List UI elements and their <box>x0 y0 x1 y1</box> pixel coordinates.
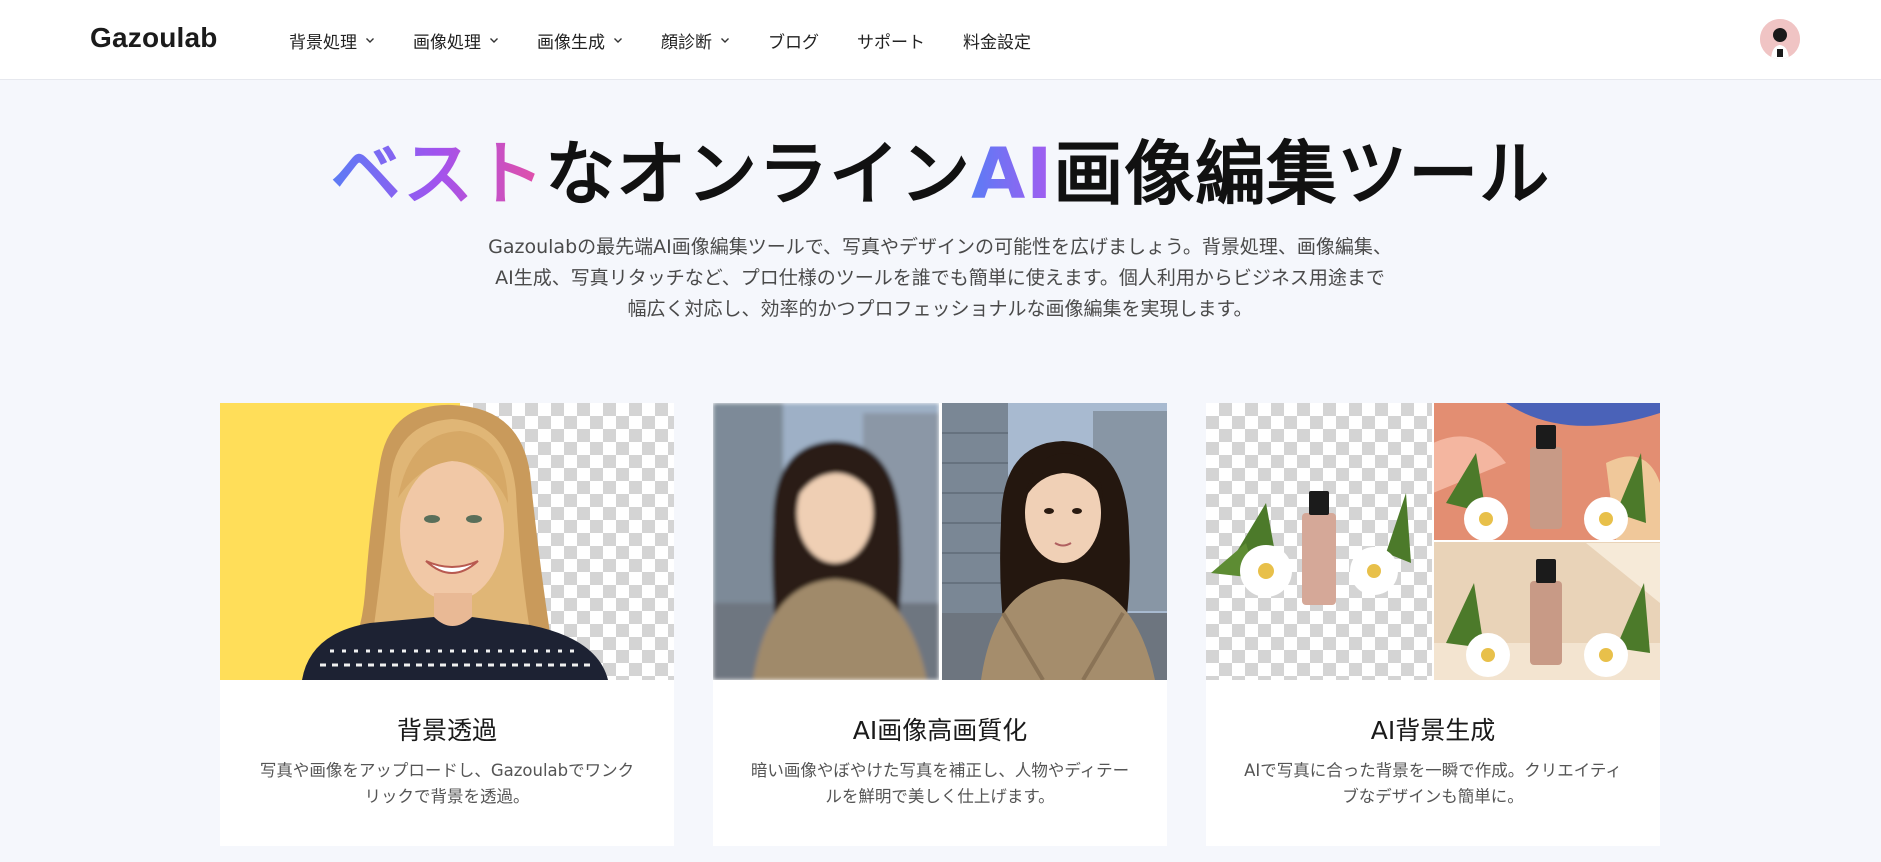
nav-item-image-processing[interactable]: 画像処理 <box>413 28 499 53</box>
hero-title-gradient-1: ベスト <box>330 133 546 215</box>
user-avatar-icon <box>1760 19 1800 59</box>
nav-label: 料金設定 <box>963 32 1031 53</box>
chevron-down-icon <box>365 35 375 45</box>
feature-card-background-removal[interactable]: 背景透過 写真や画像をアップロードし、Gazoulabでワンクリックで背景を透過… <box>220 403 674 846</box>
site-header: Gazoulab 背景処理 画像処理 画像生成 顔診断 ブログ サポート 料金設… <box>0 0 1881 80</box>
nav-item-background[interactable]: 背景処理 <box>289 28 375 53</box>
hero-desc-line: AI生成、写真リタッチなど、プロ仕様のツールを誰でも簡単に使えます。個人利用から… <box>495 267 1385 289</box>
card-description: AIで写真に合った背景を一瞬で作成。クリエイティブなデザインも簡単に。 <box>1244 761 1622 806</box>
nav-item-pricing[interactable]: 料金設定 <box>963 28 1031 53</box>
chevron-down-icon <box>613 35 623 45</box>
hero-description: Gazoulabの最先端AI画像編集ツールで、写真やデザインの可能性を広げましょ… <box>440 232 1440 325</box>
nav-label: 背景処理 <box>289 32 357 53</box>
card-title: 背景透過 <box>396 716 497 745</box>
card-title: AI背景生成 <box>1370 716 1496 745</box>
hero-desc-line: Gazoulabの最先端AI画像編集ツールで、写真やデザインの可能性を広げましょ… <box>488 236 1392 258</box>
hero-title-mid: なオンライン <box>545 133 972 215</box>
before-after-portrait-illustration <box>713 403 1167 680</box>
nav-label: ブログ <box>768 32 819 53</box>
hero-title-gradient-2: AI <box>971 133 1054 215</box>
chevron-down-icon <box>489 35 499 45</box>
avatar[interactable] <box>1760 19 1800 59</box>
feature-card-ai-background-generation[interactable]: AI背景生成 AIで写真に合った背景を一瞬で作成。クリエイティブなデザインも簡単… <box>1206 403 1660 846</box>
hero-desc-line: 幅広く対応し、効率的かつプロフェッショナルな画像編集を実現します。 <box>627 298 1253 320</box>
nav-item-image-generation[interactable]: 画像生成 <box>537 28 623 53</box>
hero-title: ベストなオンラインAI画像編集ツール <box>0 118 1881 219</box>
nav-item-blog[interactable]: ブログ <box>768 28 819 53</box>
card-description: 暗い画像やぼやけた写真を補正し、人物やディテールを鮮明で美しく仕上げます。 <box>750 761 1130 806</box>
nav-label: サポート <box>857 32 925 53</box>
hero-title-end: 画像編集ツール <box>1053 133 1551 215</box>
chevron-down-icon <box>720 35 730 45</box>
nav-label: 画像生成 <box>537 32 605 53</box>
card-image-background-removal <box>220 403 674 680</box>
nav-label: 顔診断 <box>661 32 712 53</box>
nav-item-support[interactable]: サポート <box>857 28 925 53</box>
feature-card-ai-upscale[interactable]: AI画像高画質化 暗い画像やぼやけた写真を補正し、人物やディテールを鮮明で美しく… <box>713 403 1167 846</box>
logo[interactable]: Gazoulab <box>90 22 218 54</box>
card-description: 写真や画像をアップロードし、Gazoulabでワンクリックで背景を透過。 <box>259 761 635 806</box>
main-nav: 背景処理 画像処理 画像生成 顔診断 ブログ サポート 料金設定 <box>289 28 1069 53</box>
product-background-illustration <box>1211 403 1660 680</box>
nav-item-face-diagnosis[interactable]: 顔診断 <box>661 28 730 53</box>
woman-portrait-illustration <box>302 404 608 680</box>
card-image-ai-upscale <box>713 403 1167 680</box>
nav-label: 画像処理 <box>413 32 481 53</box>
card-image-ai-background-generation <box>1206 403 1660 680</box>
card-title: AI画像高画質化 <box>852 716 1028 745</box>
